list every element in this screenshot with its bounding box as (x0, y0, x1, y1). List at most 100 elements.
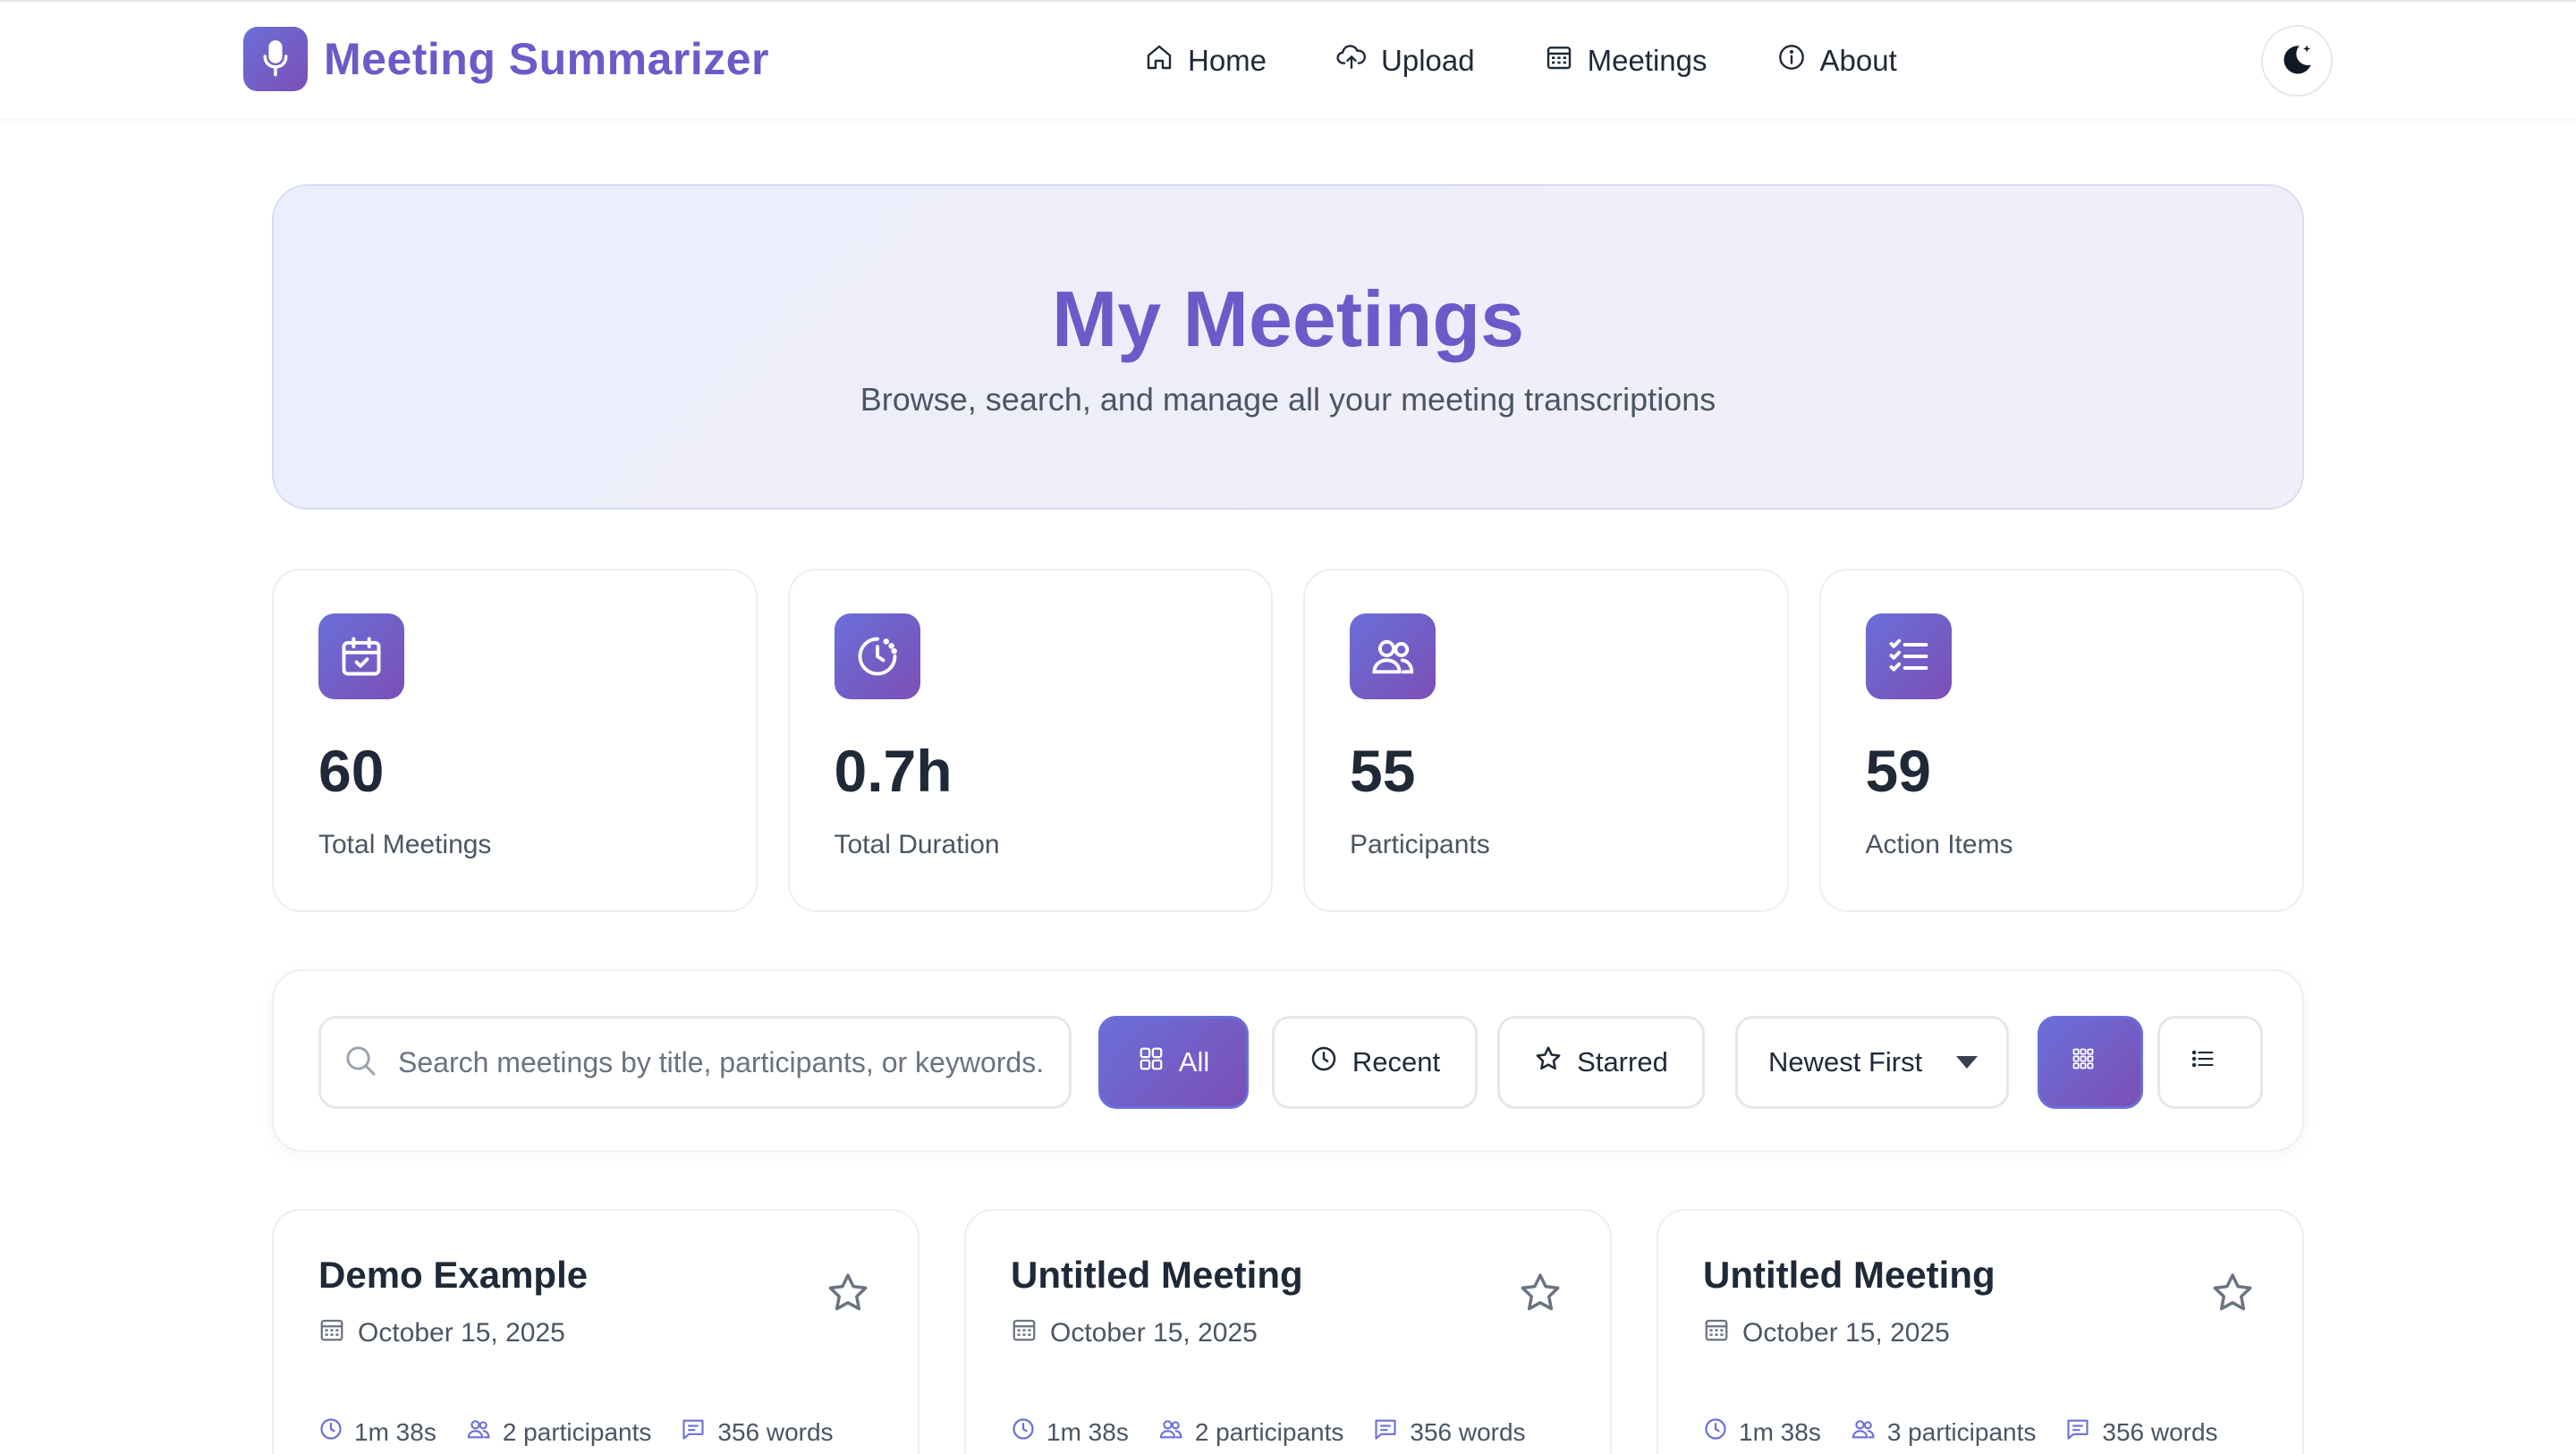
stat-label: Action Items (1865, 830, 2013, 859)
meeting-date-text: October 15, 2025 (1742, 1318, 1950, 1348)
meeting-duration-text: 1m 38s (1739, 1417, 1821, 1446)
meeting-date: October 15, 2025 (1011, 1316, 1258, 1350)
meeting-duration-text: 1m 38s (1046, 1417, 1129, 1446)
home-icon (1145, 43, 1188, 79)
stat-card-total-duration: 0.7h Total Duration (787, 569, 1273, 912)
nav-upload[interactable]: Upload (1336, 38, 1475, 84)
filter-recent-button[interactable]: Recent (1272, 1016, 1478, 1109)
meeting-words-text: 356 words (2102, 1417, 2218, 1446)
star-icon (1534, 1044, 1577, 1080)
meeting-meta: 1m 38s 2 participants 356 words (1011, 1416, 1555, 1448)
nav-about-label: About (1819, 44, 1897, 77)
nav-meetings[interactable]: Meetings (1545, 38, 1707, 84)
list-view-button[interactable] (2157, 1016, 2263, 1109)
microphone-icon (243, 27, 308, 91)
meeting-words: 356 words (2064, 1416, 2218, 1448)
top-navbar: Meeting Summarizer Home Upload Meetings (0, 0, 2576, 118)
page-subtitle: Browse, search, and manage all your meet… (860, 381, 1716, 418)
page-root: Meeting Summarizer Home Upload Meetings (0, 0, 2576, 1454)
search-box[interactable] (318, 1016, 1072, 1109)
meeting-duration: 1m 38s (318, 1416, 436, 1448)
users-icon (1350, 613, 1436, 699)
grid-dots-icon (2071, 1046, 2110, 1078)
clock-icon (834, 613, 920, 699)
filter-all-button[interactable]: All (1098, 1016, 1249, 1109)
meeting-words: 356 words (680, 1416, 834, 1448)
star-icon (825, 1273, 871, 1319)
meeting-words: 356 words (1372, 1416, 1526, 1448)
nav-home-label: Home (1188, 44, 1267, 77)
sort-selected-value: Newest First (1768, 1046, 1923, 1078)
nav-meetings-label: Meetings (1587, 44, 1707, 77)
filter-starred-button[interactable]: Starred (1497, 1016, 1705, 1109)
meeting-date-text: October 15, 2025 (358, 1318, 565, 1348)
brand-name: Meeting Summarizer (324, 34, 770, 84)
meeting-card[interactable]: Untitled Meeting October 15, 2025 1m 38s (964, 1209, 1612, 1454)
star-toggle-button[interactable] (2209, 1270, 2256, 1319)
calendar-icon (318, 1316, 358, 1350)
sort-select[interactable]: Newest First (1735, 1016, 2009, 1109)
grid-view-button[interactable] (2038, 1016, 2143, 1109)
meeting-participants-text: 2 participants (1194, 1417, 1344, 1446)
chevron-down-icon (1956, 1056, 1978, 1069)
meeting-duration: 1m 38s (1703, 1416, 1821, 1448)
meeting-participants: 2 participants (465, 1416, 652, 1448)
users-icon (1850, 1416, 1887, 1448)
stats-row: 60 Total Meetings 0.7h Total Duration 55… (272, 569, 2304, 912)
theme-toggle-button[interactable] (2261, 25, 2333, 97)
clock-icon (1703, 1416, 1739, 1448)
message-icon (1372, 1416, 1410, 1448)
filter-all-label: All (1178, 1046, 1210, 1078)
stat-label: Total Meetings (318, 830, 492, 859)
meeting-title: Demo Example (318, 1254, 589, 1296)
meeting-words-text: 356 words (717, 1417, 834, 1446)
meeting-words-text: 356 words (1410, 1417, 1526, 1446)
stat-card-participants: 55 Participants (1303, 569, 1789, 912)
main-nav: Home Upload Meetings About (1145, 38, 1967, 84)
stat-label: Participants (1350, 830, 1490, 859)
calendar-check-icon (318, 613, 404, 699)
clock-icon (1011, 1416, 1046, 1448)
meeting-duration: 1m 38s (1011, 1416, 1129, 1448)
nav-upload-label: Upload (1381, 44, 1475, 77)
users-icon (465, 1416, 503, 1448)
users-icon (1157, 1416, 1195, 1448)
grid-icon (1138, 1045, 1179, 1079)
clock-icon (1309, 1044, 1352, 1080)
nav-home[interactable]: Home (1145, 38, 1267, 84)
info-icon (1777, 43, 1820, 79)
search-input[interactable] (398, 1045, 1042, 1079)
nav-about[interactable]: About (1777, 38, 1897, 84)
brand[interactable]: Meeting Summarizer (243, 27, 769, 91)
cloud-upload-icon (1336, 43, 1381, 79)
meeting-title: Untitled Meeting (1011, 1254, 1303, 1296)
star-toggle-button[interactable] (825, 1270, 871, 1319)
meeting-participants-text: 2 participants (502, 1417, 652, 1446)
hero-banner: My Meetings Browse, search, and manage a… (272, 184, 2304, 510)
calendar-icon (1703, 1316, 1742, 1350)
meeting-date-text: October 15, 2025 (1050, 1318, 1258, 1348)
stat-card-total-meetings: 60 Total Meetings (272, 569, 758, 912)
meeting-meta: 1m 38s 3 participants 356 words (1703, 1416, 2247, 1448)
clock-icon (318, 1416, 354, 1448)
moon-stars-icon (2277, 40, 2317, 82)
calendar-icon (1545, 43, 1588, 79)
star-icon (2209, 1273, 2256, 1319)
meeting-card[interactable]: Demo Example October 15, 2025 1m 38s 2 p… (272, 1209, 919, 1454)
message-icon (2064, 1416, 2102, 1448)
checklist-icon (1865, 613, 1952, 699)
filter-starred-label: Starred (1577, 1046, 1668, 1078)
meeting-meta: 1m 38s 2 participants 356 words (318, 1416, 862, 1448)
stat-value: 59 (1865, 738, 1931, 804)
stat-label: Total Duration (834, 830, 1000, 859)
meeting-card[interactable]: Untitled Meeting October 15, 2025 1m 38s (1657, 1209, 2304, 1454)
calendar-icon (1011, 1316, 1050, 1350)
stat-card-action-items: 59 Action Items (1818, 569, 2304, 912)
star-toggle-button[interactable] (1517, 1270, 1563, 1319)
meeting-grid: Demo Example October 15, 2025 1m 38s 2 p… (272, 1209, 2304, 1454)
page-title: My Meetings (1051, 275, 1525, 363)
meeting-participants-text: 3 participants (1886, 1417, 2037, 1446)
message-icon (680, 1416, 717, 1448)
search-icon (343, 1043, 378, 1083)
stat-value: 55 (1350, 738, 1416, 804)
